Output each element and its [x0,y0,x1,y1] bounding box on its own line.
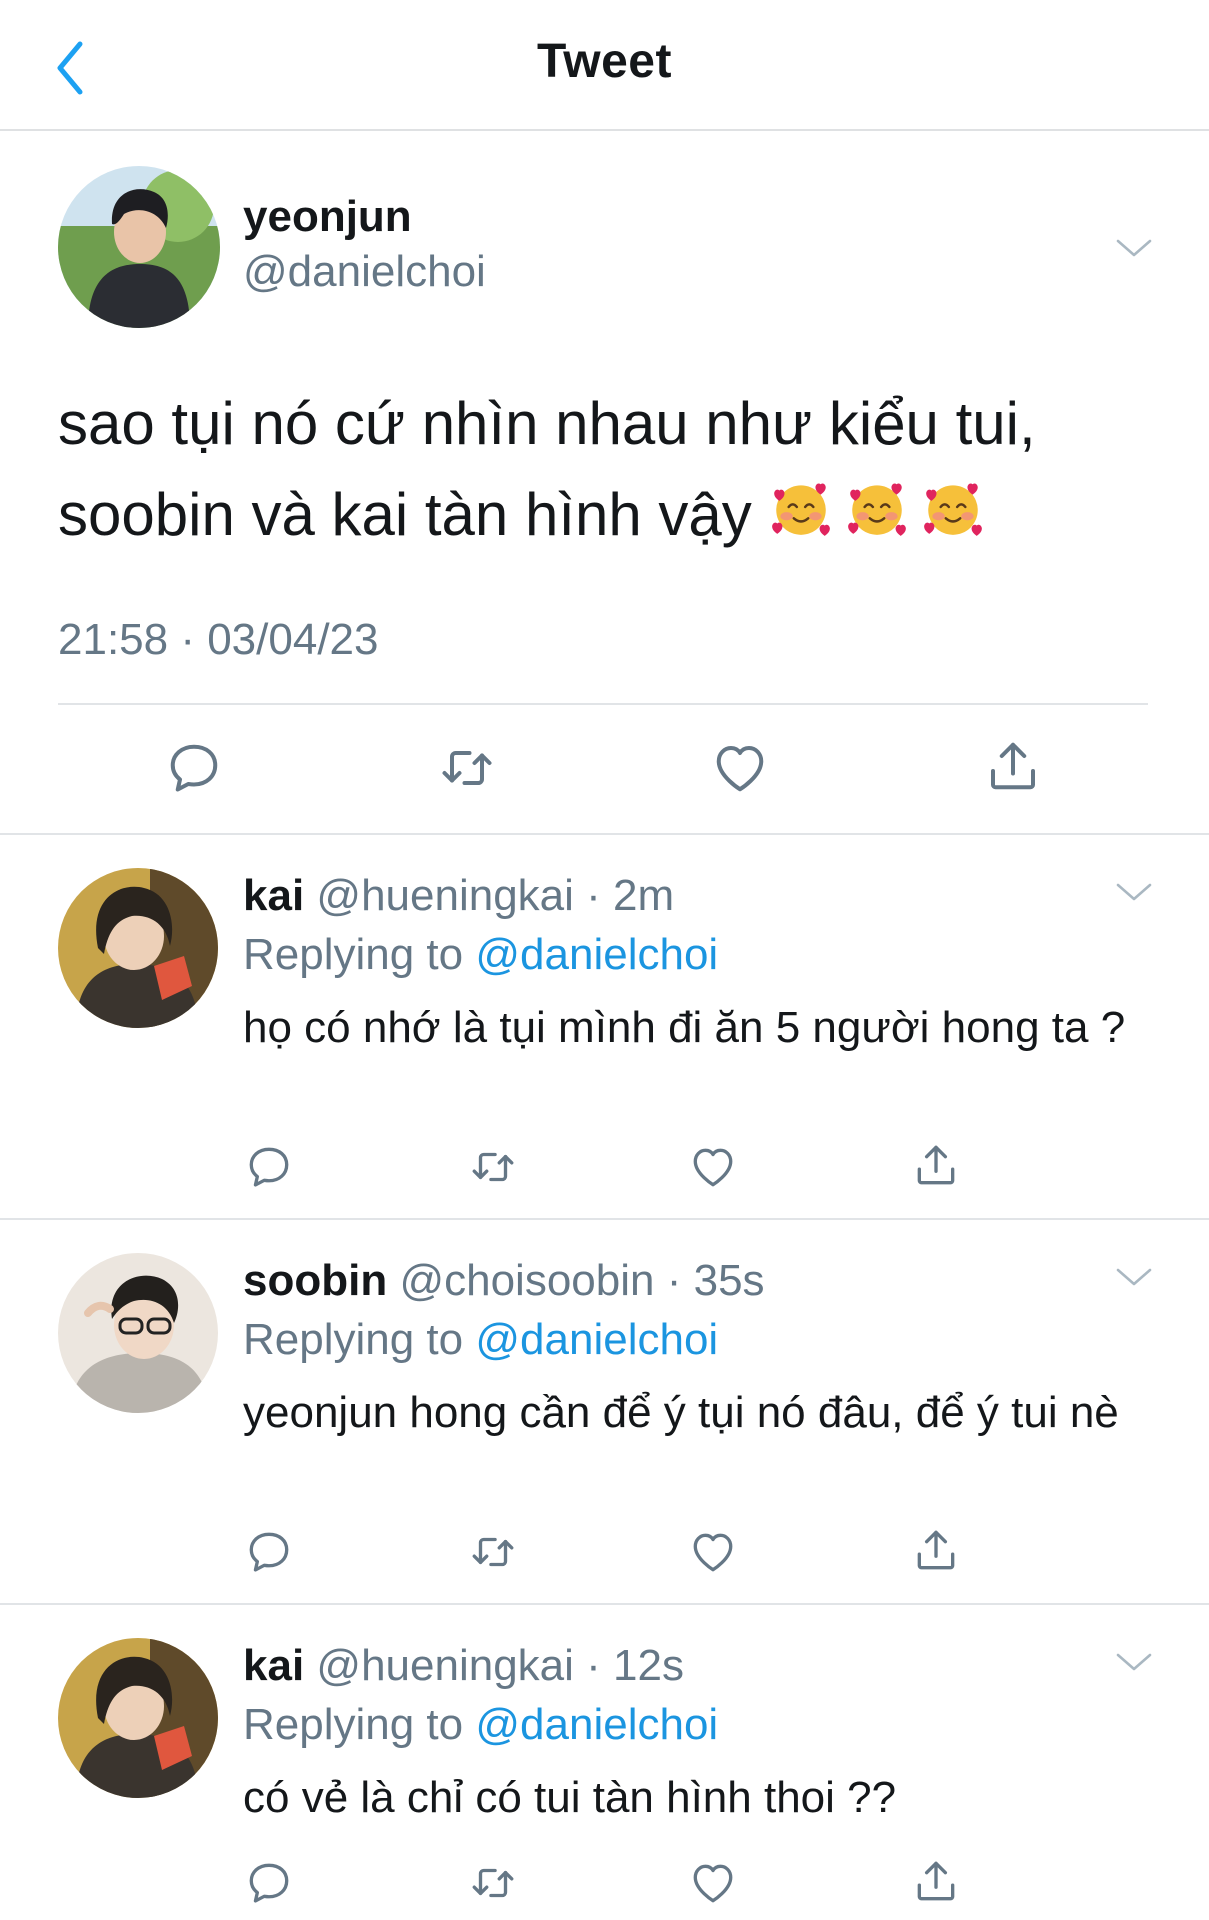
smiling-face-with-hearts-icon [844,475,910,541]
divider [0,1603,1209,1605]
like-button[interactable] [688,1142,738,1192]
more-options-chevron-icon[interactable] [1114,880,1154,910]
reply-text: họ có nhớ là tụi mình đi ăn 5 người hong… [243,1003,1126,1052]
share-button[interactable] [911,1525,961,1575]
header-bar: Tweet [0,0,1209,131]
reply-time: · 12s [586,1641,684,1690]
divider [58,703,1148,705]
retweet-button[interactable] [466,1527,520,1577]
reply-author-handle[interactable]: @hueningkai [316,871,574,920]
share-button[interactable] [911,1140,961,1190]
like-button[interactable] [688,1858,738,1908]
reply-time: · 2m [586,871,675,920]
reply-header: kai @hueningkai · 12s [243,1641,684,1691]
avatar-soobin[interactable] [58,1253,218,1413]
reply-button[interactable] [244,1142,294,1192]
smiling-face-with-hearts-icon [920,475,986,541]
author-name[interactable]: yeonjun [243,192,412,242]
retweet-icon[interactable] [466,1858,520,1908]
share-button[interactable] [983,736,1043,796]
replying-to-mention[interactable]: @danielchoi [475,1700,718,1749]
reply-icon[interactable] [164,738,224,798]
share-icon[interactable] [911,1856,961,1906]
smiling-face-with-hearts-icon [768,475,834,541]
share-icon[interactable] [983,736,1043,796]
tweet-timestamp: 21:58 · 03/04/23 [58,615,379,664]
reply-author-handle[interactable]: @hueningkai [316,1641,574,1690]
reply-button[interactable] [244,1858,294,1908]
replying-to: Replying to @danielchoi [243,930,718,980]
reply-button[interactable] [244,1527,294,1577]
reply-text: yeonjun hong cần để ý tụi nó đâu, để ý t… [243,1388,1119,1437]
replying-to: Replying to @danielchoi [243,1315,718,1365]
retweet-icon[interactable] [466,1142,520,1192]
more-options-chevron-icon[interactable] [1114,236,1154,266]
reply-text: có vẻ là chỉ có tui tàn hình thoi ?? [243,1773,897,1822]
replying-to: Replying to @danielchoi [243,1700,718,1750]
reply-time: · 35s [666,1256,765,1305]
retweet-icon[interactable] [435,738,499,798]
share-icon[interactable] [911,1525,961,1575]
replying-to-label: Replying to [243,1315,464,1364]
like-icon[interactable] [688,1142,738,1192]
reply-author-name[interactable]: kai [243,1641,304,1690]
avatar-kai[interactable] [58,868,218,1028]
like-button[interactable] [688,1527,738,1577]
divider [0,1218,1209,1220]
page-title: Tweet [537,35,672,88]
retweet-icon[interactable] [466,1527,520,1577]
retweet-button[interactable] [435,738,499,798]
reply-icon[interactable] [244,1858,294,1908]
like-icon[interactable] [688,1527,738,1577]
reply-header: soobin @choisoobin · 35s [243,1256,765,1306]
like-icon[interactable] [710,738,770,798]
avatar-yeonjun[interactable] [58,166,220,328]
like-icon[interactable] [688,1858,738,1908]
replying-to-label: Replying to [243,1700,464,1749]
more-options-chevron-icon[interactable] [1114,1265,1154,1295]
reply-author-handle[interactable]: @choisoobin [399,1256,654,1305]
avatar-kai[interactable] [58,1638,218,1798]
emoji-group [768,475,996,566]
share-icon[interactable] [911,1140,961,1190]
tweet-text: sao tụi nó cứ nhìn nhau như kiểu tui, so… [58,378,1148,566]
like-button[interactable] [710,738,770,798]
reply-icon[interactable] [244,1527,294,1577]
retweet-button[interactable] [466,1858,520,1908]
replying-to-mention[interactable]: @danielchoi [475,930,718,979]
reply-author-name[interactable]: soobin [243,1256,387,1305]
share-button[interactable] [911,1856,961,1906]
more-options-chevron-icon[interactable] [1114,1650,1154,1680]
retweet-button[interactable] [466,1142,520,1192]
divider [0,833,1209,835]
reply-header: kai @hueningkai · 2m [243,871,674,921]
replying-to-mention[interactable]: @danielchoi [475,1315,718,1364]
reply-icon[interactable] [244,1142,294,1192]
replying-to-label: Replying to [243,930,464,979]
author-handle[interactable]: @danielchoi [243,247,486,297]
reply-button[interactable] [164,738,224,798]
reply-author-name[interactable]: kai [243,871,304,920]
